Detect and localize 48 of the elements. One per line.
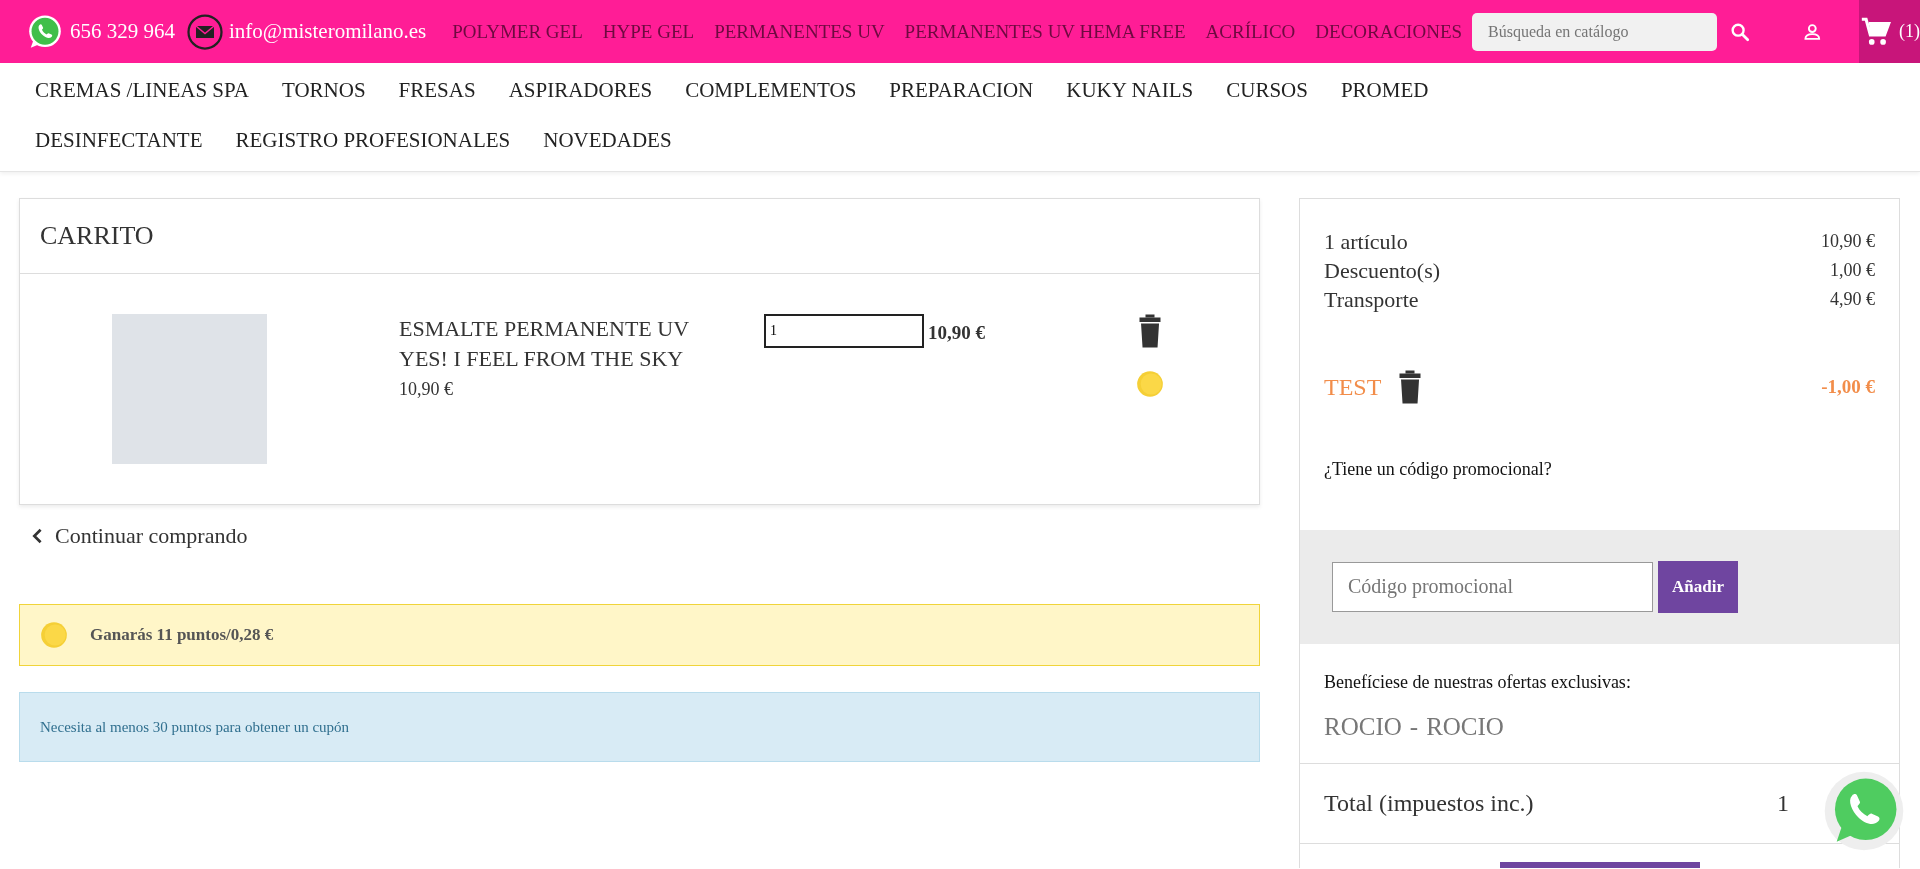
quantity-field[interactable]: 1 bbox=[764, 314, 924, 348]
continue-shopping-link[interactable]: Continuar comprando bbox=[29, 523, 248, 549]
email-address[interactable]: info@misteromilano.es bbox=[229, 19, 427, 44]
menu-item[interactable]: CURSOS bbox=[1226, 77, 1308, 103]
voucher-name: TEST bbox=[1324, 373, 1382, 401]
menu-item[interactable]: PREPARACION bbox=[889, 77, 1034, 103]
product-name[interactable]: ESMALTE PERMANENTE UV YES! I FEEL FROM THE SKY bbox=[399, 314, 699, 374]
voucher-value: -1,00 € bbox=[1821, 376, 1875, 398]
menu-item[interactable]: KUKY NAILS bbox=[1066, 77, 1194, 103]
search-field[interactable]: Búsqueda en catálogo bbox=[1472, 12, 1717, 51]
chat-bubble-icon[interactable] bbox=[1823, 770, 1905, 852]
menu-item[interactable]: FRESAS bbox=[398, 77, 476, 103]
total-label: Total (impuestos inc.) bbox=[1324, 789, 1534, 817]
summary-label: Transporte bbox=[1324, 286, 1419, 314]
summary-label: Descuento(s) bbox=[1324, 257, 1441, 285]
cart-count: (1) bbox=[1899, 21, 1920, 42]
offer-code-link[interactable]: ROCIO bbox=[1324, 712, 1402, 740]
menu-item[interactable]: ASPIRADORES bbox=[508, 77, 653, 103]
coin-icon bbox=[1136, 370, 1164, 398]
summary-value: 4,90 € bbox=[1830, 288, 1875, 311]
summary-label: 1 artículo bbox=[1324, 228, 1408, 256]
add-button[interactable]: Añadir bbox=[1658, 560, 1738, 613]
promo-code-field[interactable]: Código promocional bbox=[1332, 561, 1653, 612]
summary-value: 1,00 € bbox=[1830, 259, 1875, 282]
offers-title: Benefíciese de nuestras ofertas exclusivas: bbox=[1323, 670, 1632, 693]
total-value: 1 bbox=[1777, 789, 1789, 817]
menu-item[interactable]: COMPLEMENTOS bbox=[685, 77, 857, 103]
summary-value: 10,90 € bbox=[1821, 230, 1875, 253]
menu-item[interactable]: PROMED bbox=[1340, 77, 1429, 103]
notice-text: Ganarás 11 puntos/0,28 € bbox=[90, 625, 274, 645]
coin-icon bbox=[40, 621, 68, 649]
menu-item[interactable]: CREMAS /LINEAS SPA bbox=[35, 77, 249, 103]
menu-item[interactable]: NOVEDADES bbox=[543, 127, 672, 153]
promo-question[interactable]: ¿Tiene un código promocional? bbox=[1300, 404, 1899, 530]
separator-dash: - bbox=[1409, 712, 1419, 740]
notice-text: Necesita al menos 30 puntos para obtener un cupón bbox=[40, 718, 350, 736]
line-total: 10,90 € bbox=[928, 322, 985, 344]
offer-name: ROCIO bbox=[1426, 712, 1504, 740]
envelope-icon[interactable] bbox=[187, 13, 223, 50]
checkout-button[interactable] bbox=[1499, 862, 1700, 868]
chat-bubble-icon[interactable] bbox=[26, 12, 64, 51]
menu-item[interactable]: TORNOS bbox=[281, 77, 366, 103]
cart-button[interactable]: (1) bbox=[1859, 0, 1920, 63]
phone-number[interactable]: 656 329 964 bbox=[70, 19, 175, 44]
cart-title: CARRITO bbox=[20, 199, 1259, 274]
menu-item[interactable]: REGISTRO PROFESIONALES bbox=[235, 127, 511, 153]
product-price: 10,90 € bbox=[399, 378, 454, 401]
menu-item[interactable]: DESINFECTANTE bbox=[35, 127, 203, 153]
